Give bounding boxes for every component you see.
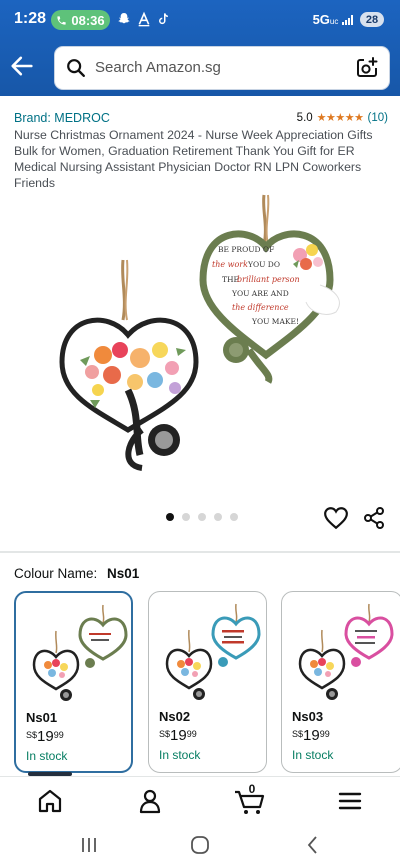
price-fraction: 99 bbox=[53, 730, 64, 740]
home-icon[interactable] bbox=[35, 786, 65, 816]
stock-status: In stock bbox=[159, 748, 201, 762]
status-bar: 1:28 08:36 5Guc 28 bbox=[0, 0, 400, 40]
variant-price: S$ 19 99 bbox=[292, 727, 330, 744]
account-icon[interactable] bbox=[135, 786, 165, 816]
search-icon bbox=[67, 59, 85, 77]
variant-thumbnail bbox=[298, 603, 394, 700]
tiktok-icon bbox=[159, 13, 169, 25]
call-duration: 08:36 bbox=[71, 12, 105, 28]
star-icon: ★ bbox=[316, 112, 327, 124]
ornament-text-line: YOU ARE AND bbox=[231, 289, 289, 298]
price-fraction: 99 bbox=[186, 729, 197, 739]
back-arrow-icon[interactable] bbox=[8, 52, 36, 80]
ornament-text-line: YOU MAKE! bbox=[251, 317, 299, 326]
star-icon: ★ bbox=[344, 112, 355, 124]
variant-ns03[interactable]: Ns03 S$ 19 99 In stock bbox=[281, 591, 400, 773]
image-carousel-dots[interactable] bbox=[166, 513, 238, 521]
star-icon: ★ bbox=[335, 112, 345, 124]
star-icon: ★ bbox=[354, 112, 364, 124]
product-image-gallery[interactable]: BE PROUD OF the work YOU DO THE brillian… bbox=[0, 190, 400, 510]
star-icon: ★ bbox=[326, 112, 336, 124]
colour-label: Colour Name: bbox=[14, 566, 98, 581]
variant-name: Ns01 bbox=[26, 710, 58, 725]
network-indicator: 5Guc bbox=[313, 12, 356, 27]
search-input[interactable]: Search Amazon.sg bbox=[55, 47, 389, 89]
price-whole: 19 bbox=[170, 727, 187, 744]
carousel-dot[interactable] bbox=[198, 513, 206, 521]
clock: 1:28 bbox=[14, 10, 47, 27]
carousel-dot[interactable] bbox=[214, 513, 222, 521]
price-whole: 19 bbox=[303, 727, 320, 744]
cart-button[interactable]: 0 bbox=[233, 782, 267, 816]
ornament-text-line: YOU DO bbox=[247, 260, 280, 269]
recent-apps-icon[interactable] bbox=[78, 834, 100, 856]
product-title: Nurse Christmas Ornament 2024 - Nurse We… bbox=[14, 128, 373, 190]
ornament-text-line: brilliant person bbox=[237, 275, 300, 284]
wishlist-heart-icon[interactable] bbox=[323, 506, 349, 530]
cart-count: 0 bbox=[248, 782, 256, 796]
rating-count: (10) bbox=[367, 111, 388, 124]
rating-value: 5.0 bbox=[296, 111, 313, 124]
variant-name: Ns02 bbox=[159, 709, 191, 724]
system-navigation-bar bbox=[0, 824, 400, 867]
brand-link[interactable]: Brand: MEDROC bbox=[14, 111, 110, 125]
section-divider bbox=[0, 551, 400, 553]
signal-icon bbox=[342, 15, 353, 25]
ornament-text-line: the work bbox=[212, 260, 248, 269]
snapchat-icon bbox=[118, 13, 130, 24]
price-whole: 19 bbox=[37, 728, 54, 745]
ornament-heart-floral bbox=[59, 259, 199, 471]
stock-status: In stock bbox=[292, 748, 334, 762]
carousel-dot[interactable] bbox=[230, 513, 238, 521]
variant-price: S$ 19 99 bbox=[26, 728, 64, 745]
bottom-navigation: 0 bbox=[0, 776, 400, 824]
variant-price: S$ 19 99 bbox=[159, 727, 197, 744]
ongoing-call-pill[interactable]: 08:36 bbox=[51, 10, 110, 30]
share-icon[interactable] bbox=[362, 506, 386, 530]
back-system-icon[interactable] bbox=[302, 834, 324, 856]
ornament-text-line: the difference bbox=[232, 303, 289, 312]
search-placeholder: Search Amazon.sg bbox=[95, 59, 221, 76]
price-currency: S$ bbox=[159, 729, 171, 739]
network-type: 5G bbox=[312, 12, 330, 27]
header-bar: 1:28 08:36 5Guc 28 Search Amazon.sg bbox=[0, 0, 400, 96]
colour-selector-label: Colour Name: Ns01 bbox=[14, 566, 139, 581]
camera-search-icon[interactable] bbox=[355, 56, 379, 80]
price-fraction: 99 bbox=[319, 729, 330, 739]
variant-ns02[interactable]: Ns02 S$ 19 99 In stock bbox=[148, 591, 267, 773]
price-currency: S$ bbox=[292, 729, 304, 739]
network-suffix: uc bbox=[329, 17, 339, 26]
colour-selected-value: Ns01 bbox=[107, 566, 140, 581]
price-currency: S$ bbox=[26, 730, 38, 740]
home-system-icon[interactable] bbox=[189, 834, 211, 856]
carousel-dot[interactable] bbox=[182, 513, 190, 521]
variant-name: Ns03 bbox=[292, 709, 324, 724]
carousel-dot[interactable] bbox=[166, 513, 174, 521]
ornament-heart-text: BE PROUD OF the work YOU DO THE brillian… bbox=[199, 194, 340, 384]
battery-indicator: 28 bbox=[360, 12, 384, 27]
brand-rating-row: Brand: MEDROC 5.0 ★ ★ ★ ★ ★ (10) bbox=[14, 111, 388, 127]
variant-ns01[interactable]: Ns01 S$ 19 99 In stock bbox=[14, 591, 133, 773]
star-rating: ★ ★ ★ ★ ★ bbox=[317, 111, 364, 124]
font-a-icon bbox=[138, 11, 150, 27]
variant-thumbnail bbox=[32, 604, 128, 701]
rating[interactable]: 5.0 ★ ★ ★ ★ ★ (10) bbox=[296, 111, 388, 125]
product-image: BE PROUD OF the work YOU DO THE brillian… bbox=[59, 194, 340, 471]
stock-status: In stock bbox=[26, 749, 68, 763]
variant-thumbnail bbox=[165, 603, 261, 700]
notification-icons bbox=[116, 11, 171, 27]
phone-icon bbox=[57, 15, 66, 25]
menu-icon[interactable] bbox=[335, 786, 365, 816]
ornament-text-line: BE PROUD OF bbox=[218, 245, 274, 254]
